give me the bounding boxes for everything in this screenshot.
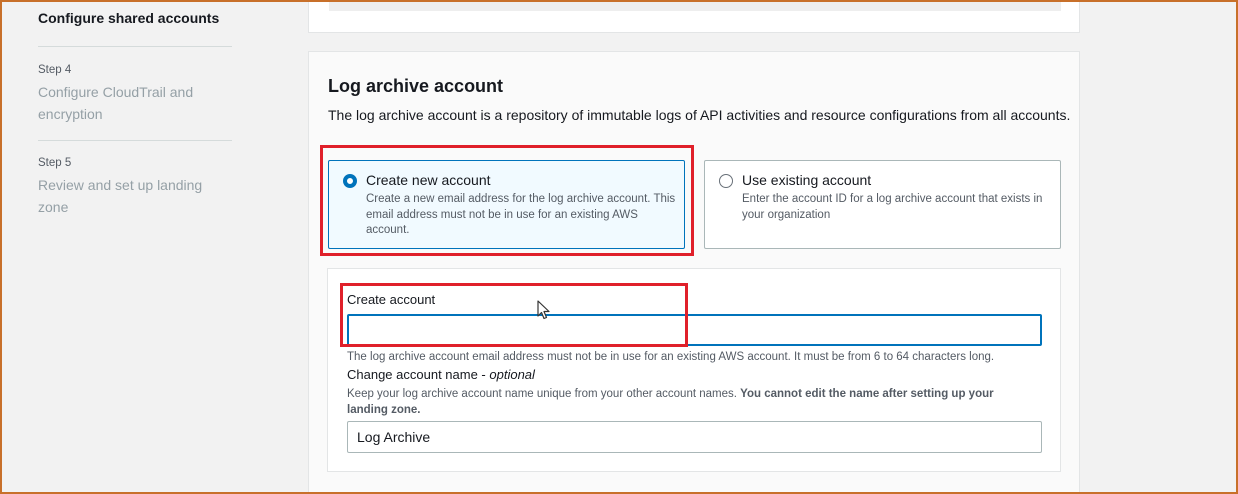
create-account-email-input[interactable] [347, 314, 1042, 346]
step-current-title[interactable]: Configure shared accounts [38, 10, 219, 26]
create-account-hint: The log archive account email address mu… [347, 351, 995, 363]
account-name-label: Change account name - optional [347, 367, 535, 382]
step-5-title: Review and set up landing zone [38, 177, 203, 215]
use-existing-account-label: Use existing account [742, 172, 872, 188]
step-4-title: Configure CloudTrail and encryption [38, 84, 194, 122]
optional-tag: optional [489, 367, 535, 382]
divider [38, 46, 232, 47]
log-archive-account-container: Log archive account The log archive acco… [308, 51, 1080, 494]
account-name-hint-text: Keep your log archive account name uniqu… [347, 388, 741, 400]
create-new-account-description: Create a new email address for the log a… [366, 193, 676, 236]
previous-section-panel [308, 0, 1080, 33]
create-new-account-tile[interactable]: Create new account Create a new email ad… [328, 160, 685, 249]
section-title: Log archive account [328, 76, 504, 96]
step-4-number: Step 4 [38, 64, 72, 76]
create-new-account-label: Create new account [366, 172, 491, 188]
create-account-label: Create account [347, 292, 436, 307]
step-5-number: Step 5 [38, 157, 72, 169]
account-name-label-text: Change account name [347, 367, 478, 382]
section-description: The log archive account is a repository … [328, 107, 1071, 123]
radio-unselected-icon[interactable] [719, 174, 733, 188]
account-details-form: Create account The log archive account e… [327, 268, 1061, 472]
divider [38, 140, 232, 141]
previous-section-field [329, 0, 1061, 11]
mouse-pointer-icon [537, 300, 550, 320]
use-existing-account-tile[interactable]: Use existing account Enter the account I… [704, 160, 1061, 249]
radio-selected-icon[interactable] [343, 174, 357, 188]
account-name-hint: Keep your log archive account name uniqu… [347, 387, 1027, 418]
account-name-input[interactable]: Log Archive [347, 421, 1042, 453]
use-existing-account-description: Enter the account ID for a log archive a… [742, 193, 1043, 221]
